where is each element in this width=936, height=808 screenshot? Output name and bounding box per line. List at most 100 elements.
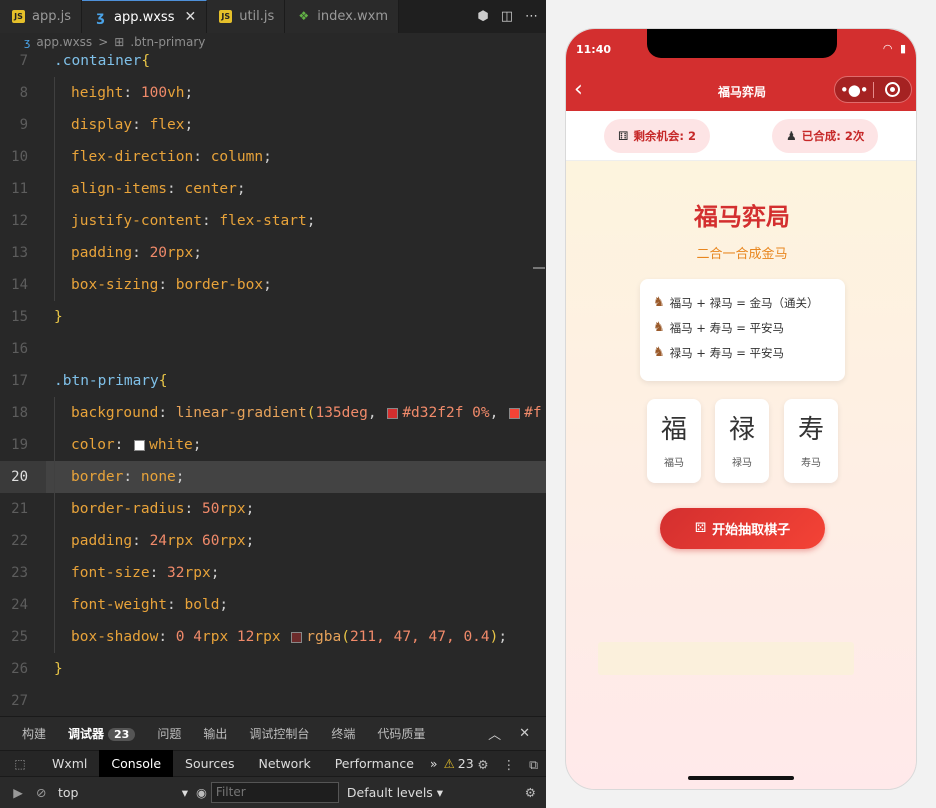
tab-debugger[interactable]: 调试器 23 xyxy=(68,725,136,742)
more-actions-icon[interactable]: ⋯ xyxy=(525,9,538,24)
code-area[interactable]: 7 .container { 8 height: 100 vh; 9 display: … xyxy=(0,45,546,715)
line-number: 12 xyxy=(11,213,28,229)
code-line: 24 font-weight: bold; xyxy=(0,589,546,621)
line-number: 14 xyxy=(11,277,28,293)
code-text: box-shadow: 0 4 rpx 12 rpx rgba(211, 47, 4… xyxy=(46,621,546,653)
color-swatch[interactable] xyxy=(509,407,521,419)
inspect-icon[interactable]: ⬚ xyxy=(0,757,40,771)
sidebar-toggle-icon[interactable]: ▶ xyxy=(0,785,36,800)
piece-char: 福 xyxy=(660,415,687,445)
tab-build[interactable]: 构建 xyxy=(22,725,46,742)
chevron-up-icon[interactable]: ︿ xyxy=(488,724,501,743)
warning-count[interactable]: 23 xyxy=(458,756,474,771)
log-levels-select[interactable]: Default levels ▾ xyxy=(347,785,443,800)
code-text: font-size: 32 rpx; xyxy=(46,557,546,589)
tab-label: app.js xyxy=(32,9,71,24)
editor-tab-bar: JS app.js ʒ app.wxss ✕ JS util.js ❖ inde… xyxy=(0,0,546,33)
scrollbar-marker[interactable] xyxy=(533,267,545,269)
code-text: } xyxy=(54,309,63,325)
code-text: border: none; xyxy=(46,461,546,493)
rule-text: 福马 + 寿马 = 平安马 xyxy=(669,320,785,335)
tab-performance[interactable]: Performance xyxy=(323,750,426,777)
kebab-menu-icon[interactable]: ⋮ xyxy=(503,757,516,772)
tab-output[interactable]: 输出 xyxy=(203,725,227,742)
piece-card-shou[interactable]: 寿寿马 xyxy=(784,399,838,483)
line-number: 26 xyxy=(11,661,28,677)
line-number: 9 xyxy=(19,117,28,133)
code-text: } xyxy=(54,661,63,677)
panel-actions: ︿ ✕ xyxy=(488,717,530,750)
code-line: 22 padding: 24 rpx 60 rpx; xyxy=(0,525,546,557)
code-line: 8 height: 100 vh; xyxy=(0,77,546,109)
close-icon[interactable]: ✕ xyxy=(519,726,530,741)
horse-icon: ♞ xyxy=(653,345,665,360)
tab-util-js[interactable]: JS util.js xyxy=(207,0,286,33)
pieces-row: 福福马 禄禄马 寿寿马 xyxy=(647,399,839,483)
more-tabs-icon[interactable]: » xyxy=(430,756,438,771)
code-line: 11 align-items: center; xyxy=(0,173,546,205)
more-dots-icon[interactable]: •●• xyxy=(835,81,873,99)
line-number: 25 xyxy=(11,629,28,645)
tab-label: app.wxss xyxy=(114,9,175,25)
tab-network[interactable]: Network xyxy=(247,750,323,777)
start-button-label: 开始抽取棋子 xyxy=(712,523,791,538)
tab-console[interactable]: Console xyxy=(99,750,174,777)
filter-input[interactable] xyxy=(210,781,339,803)
tab-index-wxml[interactable]: ❖ index.wxm xyxy=(285,0,399,33)
color-swatch[interactable] xyxy=(291,631,303,643)
dock-icon[interactable]: ⧉ xyxy=(529,757,538,773)
rules-card: ♞ 福马 + 禄马 = 金马（通关） ♞ 福马 + 寿马 = 平安马 ♞ 禄马 + 寿… xyxy=(640,279,845,381)
piece-card-lu[interactable]: 禄禄马 xyxy=(715,399,769,483)
tab-wxml[interactable]: Wxml xyxy=(40,750,99,777)
piece-name: 福马 xyxy=(664,458,684,469)
bottom-panel: 构建 调试器 23 问题 输出 调试控制台 终端 代码质量 ︿ ✕ ⬚ Wxml … xyxy=(0,716,546,808)
gear-icon[interactable]: ⚙ xyxy=(477,757,488,772)
code-line: 12 justify-content: flex-start; xyxy=(0,205,546,237)
code-line: 21 border-radius: 50 rpx; xyxy=(0,493,546,525)
line-number: 16 xyxy=(11,341,28,357)
start-draw-button[interactable]: ⚄ 开始抽取棋子 xyxy=(660,508,825,549)
tab-problems[interactable]: 问题 xyxy=(157,725,181,742)
clear-console-icon[interactable]: ⊘ xyxy=(36,785,56,800)
gear-icon[interactable]: ⚙ xyxy=(525,785,536,800)
close-icon[interactable]: ✕ xyxy=(184,9,196,25)
code-line: 19 color: white; xyxy=(0,429,546,461)
code-text: border-radius: 50 rpx; xyxy=(46,493,546,525)
js-file-icon: JS xyxy=(219,10,233,23)
code-line: 10 flex-direction: column; xyxy=(0,141,546,173)
code-text: padding: 24 rpx 60 rpx; xyxy=(46,525,546,557)
horse-icon: ♞ xyxy=(653,320,665,335)
piece-name: 禄马 xyxy=(732,458,752,469)
context-select[interactable]: top ▾ xyxy=(56,785,196,800)
color-swatch[interactable] xyxy=(387,407,399,419)
line-number: 8 xyxy=(19,85,28,101)
code-editor[interactable]: JS app.js ʒ app.wxss ✕ JS util.js ❖ inde… xyxy=(0,0,546,716)
panel-tab-bar: 构建 调试器 23 问题 输出 调试控制台 终端 代码质量 ︿ ✕ xyxy=(0,717,546,750)
rule-item: ♞ 禄马 + 寿马 = 平安马 xyxy=(653,340,845,365)
preview-icon[interactable]: ⬢ xyxy=(477,9,488,24)
game-title: 福马弈局 xyxy=(694,202,790,231)
code-text: background: linear-gradient(135deg, #d32… xyxy=(46,397,546,429)
tab-app-wxss[interactable]: ʒ app.wxss ✕ xyxy=(82,0,208,33)
eye-icon[interactable]: ◉ xyxy=(196,785,207,800)
piece-card-fu[interactable]: 福福马 xyxy=(647,399,701,483)
phone-frame: 11:40 ◠ ▮ ‹ 福马弈局 •●• ⚅ 剩余机会: 2 ♟ 已合成: 2次 福… xyxy=(565,28,917,790)
nav-bar: ‹ 福马弈局 •●• xyxy=(566,71,916,111)
code-line-current: 20 border: none; xyxy=(0,461,546,493)
stats-bar: ⚅ 剩余机会: 2 ♟ 已合成: 2次 xyxy=(566,111,916,161)
tab-debug-console[interactable]: 调试控制台 xyxy=(249,725,309,742)
line-number: 27 xyxy=(11,693,28,709)
tab-sources[interactable]: Sources xyxy=(173,750,246,777)
wifi-battery-icon: ◠ ▮ xyxy=(882,42,908,55)
tab-app-js[interactable]: JS app.js xyxy=(0,0,82,33)
game-content: 福马弈局 二合一合成金马 ♞ 福马 + 禄马 = 金马（通关） ♞ 福马 + 寿马 … xyxy=(566,161,916,789)
close-miniprogram-icon[interactable] xyxy=(873,82,911,97)
tab-terminal[interactable]: 终端 xyxy=(331,725,355,742)
count-badge: 23 xyxy=(108,728,136,741)
split-editor-icon[interactable]: ◫ xyxy=(501,9,513,24)
tab-code-quality[interactable]: 代码质量 xyxy=(377,725,425,742)
color-swatch[interactable] xyxy=(134,439,146,451)
code-text: justify-content: flex-start; xyxy=(46,205,546,237)
